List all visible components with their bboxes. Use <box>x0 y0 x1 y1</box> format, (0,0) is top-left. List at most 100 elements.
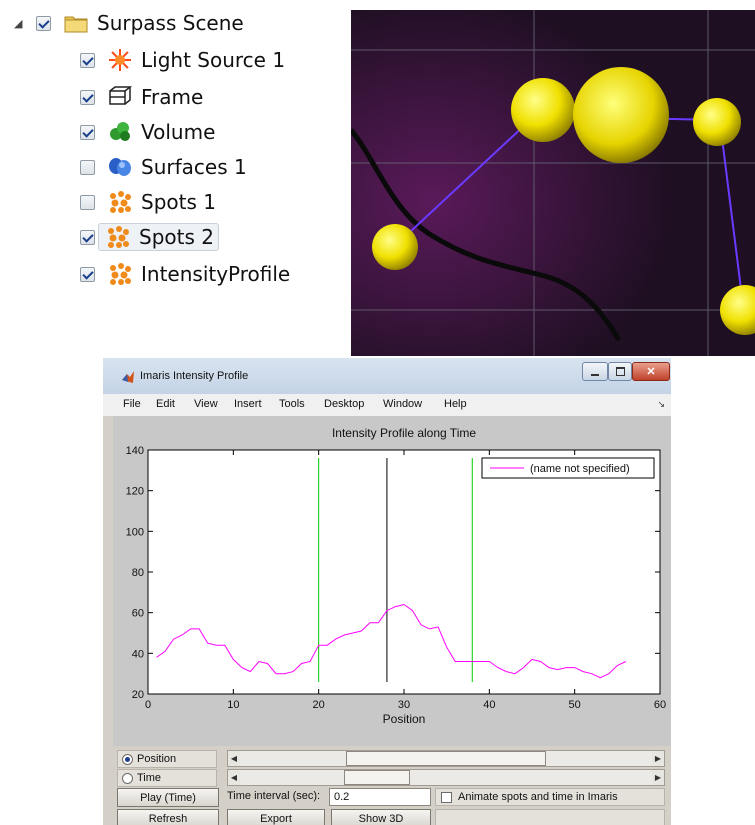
tree-item-label: Surpass Scene <box>97 11 244 35</box>
tree-item-light-source-1[interactable]: Light Source 1 <box>80 45 285 75</box>
tree-item-label: Volume <box>141 120 216 144</box>
radio-label: Position <box>137 753 177 765</box>
animate-checkbox[interactable]: Animate spots and time in Imaris <box>435 788 665 806</box>
position-radio[interactable]: Position <box>117 750 217 768</box>
visibility-checkbox[interactable] <box>80 89 95 105</box>
spots-icon <box>110 263 131 285</box>
minimize-button[interactable] <box>582 362 608 381</box>
minimize-icon <box>591 373 599 376</box>
time-interval-input[interactable]: 0.2 <box>329 788 431 806</box>
slider-left-arrow-icon[interactable]: ◀ <box>228 770 240 785</box>
visibility-checkbox[interactable] <box>80 229 95 245</box>
collapse-arrow-icon[interactable]: ◢ <box>14 17 28 30</box>
surfaces-icon <box>109 158 131 176</box>
spots-icon <box>108 226 129 248</box>
x-tick-label: 10 <box>227 699 239 711</box>
checkbox-label: Animate spots and time in Imaris <box>458 791 618 803</box>
tree-item-label: IntensityProfile <box>141 262 291 286</box>
play-time-button[interactable]: Play (Time) <box>117 788 219 807</box>
close-icon: ✕ <box>646 366 656 378</box>
tree-item-surpass-scene[interactable]: ◢ Surpass Scene <box>14 8 244 38</box>
slider-thumb[interactable] <box>343 770 410 785</box>
visibility-checkbox[interactable] <box>80 159 95 175</box>
menu-bar: File Edit View Insert Tools Desktop Wind… <box>103 394 671 416</box>
position-slider[interactable]: ◀ ▶ <box>227 750 665 767</box>
menu-file[interactable]: File <box>123 398 141 410</box>
menu-desktop[interactable]: Desktop <box>324 398 364 410</box>
figure-area: Intensity Profile along Time 0 10 20 30 40 50 6… <box>113 416 671 746</box>
volume-icon <box>110 122 130 141</box>
visibility-checkbox[interactable] <box>80 52 95 68</box>
menu-edit[interactable]: Edit <box>156 398 175 410</box>
plot-area <box>147 449 661 695</box>
tree-item-label: Light Source 1 <box>141 48 286 72</box>
tree-item-volume[interactable]: Volume <box>80 117 215 147</box>
tree-item-surfaces-1[interactable]: Surfaces 1 <box>80 152 247 182</box>
visibility-checkbox[interactable] <box>80 194 95 210</box>
visibility-checkbox[interactable] <box>80 124 95 140</box>
y-tick-label: 100 <box>126 526 144 538</box>
tree-item-label: Frame <box>141 85 204 109</box>
tree-item-label: Spots 1 <box>141 190 216 214</box>
menu-help[interactable]: Help <box>444 398 467 410</box>
empty-panel <box>435 809 665 825</box>
radio-indicator <box>122 772 133 784</box>
matlab-logo-icon <box>122 371 134 383</box>
tree-item-label: Surfaces 1 <box>141 155 247 179</box>
refresh-button[interactable]: Refresh <box>117 809 219 825</box>
time-radio[interactable]: Time <box>117 769 217 787</box>
x-tick-label: 50 <box>569 699 581 711</box>
y-tick-label: 80 <box>132 567 144 579</box>
intensity-profile-window: Imaris Intensity Profile ✕ File Edit Vie… <box>103 358 671 825</box>
slider-right-arrow-icon[interactable]: ▶ <box>652 770 664 785</box>
tree-item-label: Spots 2 <box>139 225 214 249</box>
x-tick-label: 20 <box>313 699 325 711</box>
tree-item-spots-1[interactable]: Spots 1 <box>80 187 216 217</box>
slider-left-arrow-icon[interactable]: ◀ <box>228 751 240 766</box>
radio-label: Time <box>137 772 162 784</box>
light-source-icon <box>109 49 131 71</box>
y-tick-label: 60 <box>132 608 144 620</box>
show-3d-button[interactable]: Show 3D <box>331 809 431 825</box>
y-tick-label: 40 <box>132 648 144 660</box>
x-axis-label: Position <box>383 712 426 726</box>
maximize-button[interactable] <box>608 362 632 381</box>
legend-entry: (name not specified) <box>530 463 630 475</box>
x-tick-label: 60 <box>654 699 666 711</box>
visibility-checkbox[interactable] <box>80 266 95 282</box>
y-tick-label: 140 <box>126 445 144 457</box>
menu-insert[interactable]: Insert <box>234 398 262 410</box>
surpass-tree: ◢ Surpass Scene Light Source 1 Frame Vol… <box>0 0 350 300</box>
intensity-chart[interactable]: Intensity Profile along Time 0 10 20 30 40 50 6… <box>113 416 671 746</box>
folder-icon <box>64 16 88 33</box>
window-title: Imaris Intensity Profile <box>140 370 249 382</box>
title-bar[interactable]: Imaris Intensity Profile ✕ <box>103 358 671 394</box>
y-tick-label: 20 <box>132 689 144 701</box>
frame-icon <box>109 86 133 105</box>
menu-tools[interactable]: Tools <box>279 398 305 410</box>
menu-window[interactable]: Window <box>383 398 422 410</box>
chart-title: Intensity Profile along Time <box>332 426 476 440</box>
spots-icon <box>110 191 131 213</box>
menu-view[interactable]: View <box>194 398 218 410</box>
slider-right-arrow-icon[interactable]: ▶ <box>652 751 664 766</box>
time-interval-label: Time interval (sec): <box>227 790 321 802</box>
checkbox-box <box>441 791 452 803</box>
close-button[interactable]: ✕ <box>632 362 670 381</box>
visibility-checkbox[interactable] <box>36 15 51 31</box>
tree-item-spots-2[interactable]: Spots 2 <box>80 222 219 252</box>
y-tick-label: 120 <box>126 486 144 498</box>
control-panel: Position ◀ ▶ Time ◀ ▶ Play (Time) Time i… <box>103 746 671 825</box>
surpass-3d-view[interactable] <box>351 10 755 356</box>
tree-item-frame[interactable]: Frame <box>80 82 203 112</box>
x-tick-label: 0 <box>145 699 151 711</box>
x-tick-label: 40 <box>483 699 495 711</box>
export-button[interactable]: Export <box>227 809 325 825</box>
time-slider[interactable]: ◀ ▶ <box>227 769 665 786</box>
slider-thumb[interactable] <box>346 751 546 766</box>
radio-indicator <box>122 753 133 765</box>
maximize-icon <box>615 367 625 376</box>
tree-item-intensity-profile[interactable]: IntensityProfile <box>80 259 290 289</box>
selected-item-highlight: Spots 2 <box>98 223 219 251</box>
toolbar-toggle-icon[interactable]: ↘ <box>657 399 665 410</box>
